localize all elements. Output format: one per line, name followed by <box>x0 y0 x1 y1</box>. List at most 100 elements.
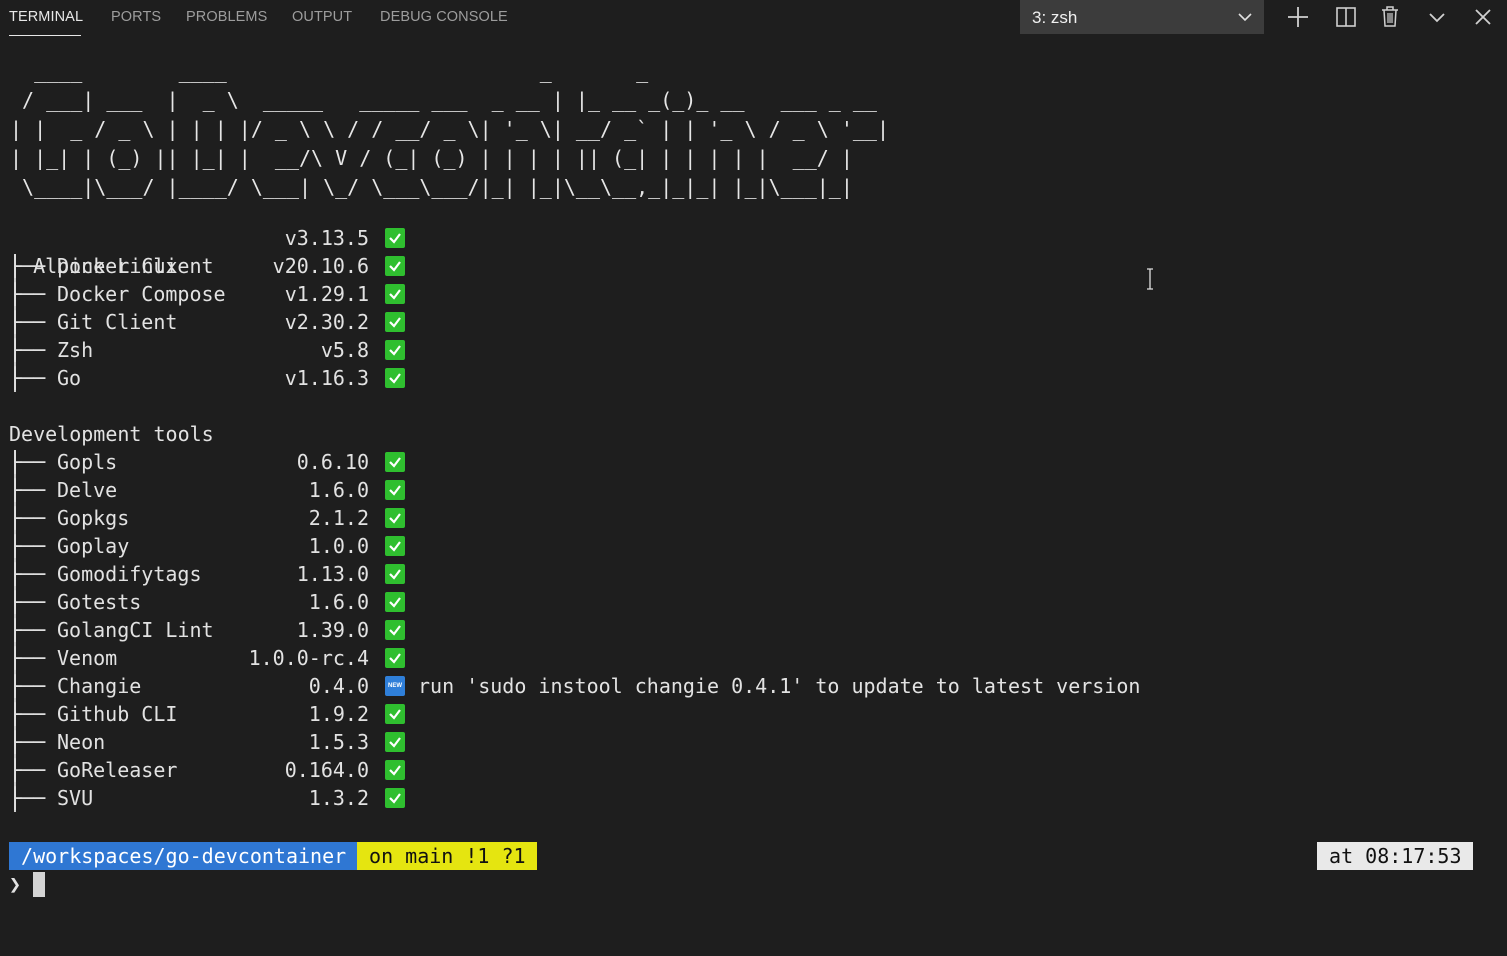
tool-version: v1.29.1 <box>284 282 369 306</box>
terminal-selector-value: 3: zsh <box>1032 8 1078 27</box>
tree-branch: ├── <box>9 646 46 670</box>
split-terminal-button[interactable] <box>1333 4 1359 30</box>
tool-version: 2.1.2 <box>308 506 369 530</box>
maximize-panel-button[interactable] <box>1424 4 1450 30</box>
check-icon <box>385 480 405 500</box>
prompt-git-segment: on main !1 ?1 <box>357 842 538 870</box>
plus-icon <box>1285 4 1311 30</box>
tab-problems[interactable]: PROBLEMS <box>186 9 267 25</box>
tree-branch: ├── <box>9 562 46 586</box>
chevron-down-icon <box>1424 4 1450 30</box>
tool-name: Delve <box>57 478 118 502</box>
tree-branch: ├── <box>9 730 46 754</box>
tree-branch: ├── <box>9 282 46 306</box>
tool-name: Github CLI <box>57 702 178 726</box>
tool-name: GoReleaser <box>57 758 178 782</box>
trash-icon <box>1377 4 1403 30</box>
prompt-path-segment: /workspaces/go-devcontainer <box>9 842 359 870</box>
tool-version: 1.6.0 <box>308 590 369 614</box>
check-icon <box>385 508 405 528</box>
new-terminal-button[interactable] <box>1285 4 1311 30</box>
tool-name: Docker Compose <box>57 282 226 306</box>
ascii-banner: ____ ____ _ _ / ___| ___ | _ \ _____ ___… <box>10 59 889 199</box>
tool-version: 1.6.0 <box>308 478 369 502</box>
tool-version: 1.3.2 <box>308 786 369 810</box>
tool-version: 1.13.0 <box>296 562 369 586</box>
check-icon <box>385 592 405 612</box>
tool-version: 0.164.0 <box>284 758 369 782</box>
tree-branch: ├── <box>9 674 46 698</box>
check-icon <box>385 536 405 556</box>
check-icon <box>385 732 405 752</box>
tool-name: Git Client <box>57 310 178 334</box>
kill-terminal-button[interactable] <box>1377 4 1403 30</box>
tool-name: GolangCI Lint <box>57 618 214 642</box>
tree-branch: ├── <box>9 366 46 390</box>
dev-tools-title: Development tools <box>9 422 214 446</box>
tool-version: 0.6.10 <box>296 450 369 474</box>
check-icon <box>385 648 405 668</box>
check-icon <box>385 340 405 360</box>
split-icon <box>1333 4 1359 30</box>
chevron-down-icon <box>1236 8 1254 26</box>
terminal-cursor[interactable] <box>33 872 45 897</box>
tool-version: 1.0.0 <box>308 534 369 558</box>
check-icon <box>385 452 405 472</box>
update-hint: run 'sudo instool changie 0.4.1' to upda… <box>418 674 1141 698</box>
tab-terminal[interactable]: TERMINAL <box>9 9 83 25</box>
check-icon <box>385 312 405 332</box>
tree-branch: ├── <box>9 338 46 362</box>
tab-debug-console[interactable]: DEBUG CONSOLE <box>380 9 508 25</box>
check-icon <box>385 564 405 584</box>
tool-version: v1.16.3 <box>284 366 369 390</box>
tool-name: Goplay <box>57 534 130 558</box>
check-icon <box>385 704 405 724</box>
os-version: v3.13.5 <box>284 226 369 250</box>
tree-branch: ├── <box>9 758 46 782</box>
tree-branch: ├── <box>9 618 46 642</box>
tree-branch: ├── <box>9 534 46 558</box>
tool-name: Docker Client <box>57 254 214 278</box>
tool-name: Neon <box>57 730 106 754</box>
check-icon <box>385 284 405 304</box>
tool-version: v20.10.6 <box>272 254 369 278</box>
tool-name: Gotests <box>57 590 142 614</box>
tool-name: Venom <box>57 646 118 670</box>
new-badge-icon: NEW <box>385 676 405 696</box>
tab-output[interactable]: OUTPUT <box>292 9 352 25</box>
tool-version: 1.9.2 <box>308 702 369 726</box>
tree-branch: ├── <box>9 590 46 614</box>
prompt-symbol: ❯ <box>9 872 22 896</box>
check-icon <box>385 228 405 248</box>
tree-branch: ├── <box>9 450 46 474</box>
tree-branch: ├── <box>9 702 46 726</box>
tool-name: Gopkgs <box>57 506 130 530</box>
tree-branch: ├── <box>9 506 46 530</box>
tool-version: 1.0.0-rc.4 <box>248 646 369 670</box>
tool-version: 0.4.0 <box>308 674 369 698</box>
close-icon <box>1470 4 1496 30</box>
check-icon <box>385 368 405 388</box>
check-icon <box>385 760 405 780</box>
tool-version: 1.5.3 <box>308 730 369 754</box>
check-icon <box>385 620 405 640</box>
active-tab-indicator <box>9 35 81 36</box>
tool-name: Changie <box>57 674 142 698</box>
tool-version: v2.30.2 <box>284 310 369 334</box>
tool-version: 1.39.0 <box>296 618 369 642</box>
tool-name: SVU <box>57 786 94 810</box>
tree-branch: ├── <box>9 786 46 810</box>
terminal-selector[interactable]: 3: zsh <box>1020 0 1264 34</box>
panel-tab-bar: TERMINAL PORTS PROBLEMS OUTPUT DEBUG CON… <box>0 0 1507 36</box>
tool-name: Gopls <box>57 450 118 474</box>
tree-branch: ├── <box>9 254 46 278</box>
text-cursor-icon <box>1145 268 1155 290</box>
tool-version: v5.8 <box>320 338 369 362</box>
tab-ports[interactable]: PORTS <box>111 9 161 25</box>
tree-branch: ├── <box>9 310 46 334</box>
tool-name: Go <box>57 366 82 390</box>
check-icon <box>385 256 405 276</box>
close-panel-button[interactable] <box>1470 4 1496 30</box>
tree-branch: ├── <box>9 478 46 502</box>
prompt-time-segment: at 08:17:53 <box>1317 842 1474 870</box>
